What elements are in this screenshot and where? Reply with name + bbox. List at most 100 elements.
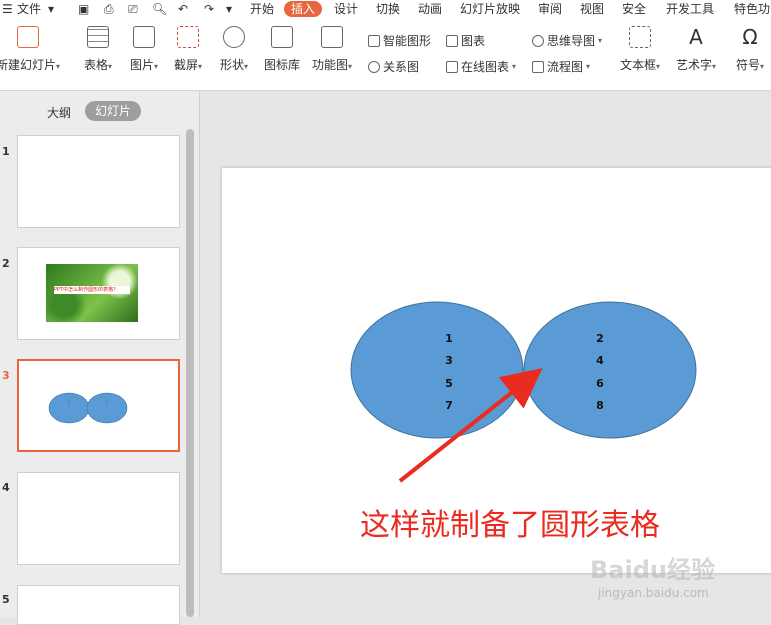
- slide-thumb-1[interactable]: [17, 135, 180, 228]
- svg-text:⋮: ⋮: [104, 400, 110, 407]
- mindmap-icon: [532, 34, 544, 47]
- new-slide-icon: [17, 26, 40, 48]
- slide-number: 2: [2, 257, 10, 270]
- undo-icon[interactable]: ↶: [178, 0, 188, 18]
- hamburger-icon[interactable]: ☰: [2, 0, 13, 18]
- slide-panel: 大纲 幻灯片 1 2 PPT中怎么制作圆形的表格？ 3 ⋮ ⋮ 4 5: [0, 91, 200, 625]
- new-slide-button[interactable]: 新建幻灯片▾: [0, 26, 60, 73]
- export-icon[interactable]: ⎙: [104, 0, 114, 18]
- icon-library-label: 图标库: [264, 58, 301, 72]
- chart-icon: [446, 34, 458, 47]
- function-chart-button[interactable]: 功能图▾: [312, 26, 352, 73]
- tab-animation[interactable]: 动画: [418, 0, 442, 18]
- textbox-label: 文本框: [620, 58, 657, 72]
- flowchart-label: 流程图: [547, 60, 584, 74]
- tab-home[interactable]: 开始: [250, 0, 274, 18]
- art-text-icon: A: [689, 25, 703, 49]
- left-cell: 7: [445, 399, 453, 412]
- art-text-button[interactable]: A 艺术字▾: [676, 26, 716, 73]
- mindmap-label: 思维导图: [547, 34, 596, 48]
- baidu-watermark-logo: Baidu经验: [590, 556, 715, 584]
- picture-button[interactable]: 图片▾: [130, 26, 158, 73]
- thumb-circles: ⋮ ⋮: [48, 392, 128, 424]
- tab-security[interactable]: 安全: [622, 0, 646, 18]
- slide-thumb-3[interactable]: ⋮ ⋮: [17, 359, 180, 452]
- tab-review[interactable]: 审阅: [538, 0, 562, 18]
- menu-bar: ☰ 文件 ▾ ▣ ⎙ ⎚ 🔍︎ ↶ ↷ ▾ 开始 插入 设计 切换 动画 幻灯片…: [0, 0, 771, 18]
- art-text-label: 艺术字: [676, 58, 713, 72]
- tab-features[interactable]: 特色功: [734, 0, 770, 18]
- tab-transition[interactable]: 切换: [376, 0, 400, 18]
- shape-icon: [223, 26, 246, 48]
- svg-text:⋮: ⋮: [66, 400, 72, 407]
- smart-shape-button[interactable]: 智能图形: [368, 32, 431, 49]
- slide-canvas[interactable]: 1 3 5 7 2 4 6 8 这样就制备了圆形表格: [222, 168, 771, 573]
- icon-library-button[interactable]: 图标库: [264, 26, 300, 73]
- more-icon[interactable]: ▾: [226, 0, 232, 18]
- panel-tabs: 大纲 幻灯片: [0, 101, 199, 123]
- mindmap-button[interactable]: 思维导图 ▾: [532, 32, 602, 49]
- online-chart-button[interactable]: 在线图表 ▾: [446, 58, 516, 75]
- relation-chart-icon: [368, 60, 380, 73]
- slide-number: 5: [2, 593, 10, 606]
- chart-button[interactable]: 图表: [446, 32, 485, 49]
- online-chart-icon: [446, 60, 458, 73]
- flowchart-button[interactable]: 流程图 ▾: [532, 58, 590, 75]
- relation-chart-button[interactable]: 关系图: [368, 58, 419, 75]
- right-cell: 2: [596, 332, 604, 345]
- new-slide-label: 新建幻灯片: [0, 58, 57, 72]
- chart-label: 图表: [461, 34, 486, 48]
- table-label: 表格: [84, 58, 109, 72]
- tab-view[interactable]: 视图: [580, 0, 604, 18]
- ribbon: 新建幻灯片▾ 表格▾ 图片▾ 截屏▾ 形状▾ 图标库 功能图▾ 智能图形 关系图…: [0, 18, 771, 91]
- online-chart-label: 在线图表: [461, 60, 510, 74]
- textbox-button[interactable]: 文本框▾: [620, 26, 660, 73]
- icon-library-icon: [271, 26, 293, 48]
- shape-label: 形状: [220, 58, 245, 72]
- tab-developer[interactable]: 开发工具: [666, 0, 714, 18]
- save-icon[interactable]: ▣: [78, 0, 89, 18]
- slide-thumb-5[interactable]: [17, 585, 180, 625]
- tab-outline[interactable]: 大纲: [47, 104, 71, 121]
- baidu-watermark-url: jingyan.baidu.com: [598, 586, 709, 600]
- tab-design[interactable]: 设计: [334, 0, 358, 18]
- slide-number: 4: [2, 481, 10, 494]
- function-chart-label: 功能图: [312, 58, 349, 72]
- shape-button[interactable]: 形状▾: [220, 26, 248, 73]
- slide-thumb-2[interactable]: PPT中怎么制作圆形的表格？: [17, 247, 180, 340]
- textbox-icon: [629, 26, 652, 48]
- panel-scrollbar[interactable]: [186, 129, 194, 617]
- slide-number: 3: [2, 369, 10, 382]
- slide-thumb-4[interactable]: [17, 472, 180, 565]
- flowchart-icon: [532, 60, 544, 73]
- print-icon[interactable]: ⎚: [128, 0, 138, 18]
- slide-number: 1: [2, 145, 10, 158]
- symbol-button[interactable]: Ω 符号▾: [736, 26, 764, 73]
- thumb-title: PPT中怎么制作圆形的表格？: [54, 286, 130, 294]
- tab-slides[interactable]: 幻灯片: [85, 101, 142, 121]
- right-cell: 8: [596, 399, 604, 412]
- table-icon: [87, 26, 110, 48]
- chevron-down-icon[interactable]: ▾: [48, 0, 54, 18]
- redo-icon[interactable]: ↷: [204, 0, 214, 18]
- tab-slideshow[interactable]: 幻灯片放映: [460, 0, 520, 18]
- left-circle: [350, 301, 524, 439]
- left-cell: 5: [445, 377, 453, 390]
- right-cell: 6: [596, 377, 604, 390]
- slide-caption: 这样就制备了圆形表格: [360, 508, 660, 543]
- picture-icon: [133, 26, 156, 48]
- omega-icon: Ω: [742, 25, 758, 49]
- preview-icon[interactable]: 🔍︎: [152, 0, 167, 18]
- menu-file[interactable]: 文件: [17, 0, 41, 18]
- left-cell: 3: [445, 354, 453, 367]
- picture-label: 图片: [130, 58, 155, 72]
- tab-insert[interactable]: 插入: [284, 1, 323, 17]
- symbol-label: 符号: [736, 58, 761, 72]
- screenshot-label: 截屏: [174, 58, 199, 72]
- left-cell: 1: [445, 332, 453, 345]
- table-button[interactable]: 表格▾: [84, 26, 112, 73]
- smart-shape-icon: [368, 34, 380, 47]
- right-circle: [523, 301, 697, 439]
- right-cell: 4: [596, 354, 604, 367]
- screenshot-button[interactable]: 截屏▾: [174, 26, 202, 73]
